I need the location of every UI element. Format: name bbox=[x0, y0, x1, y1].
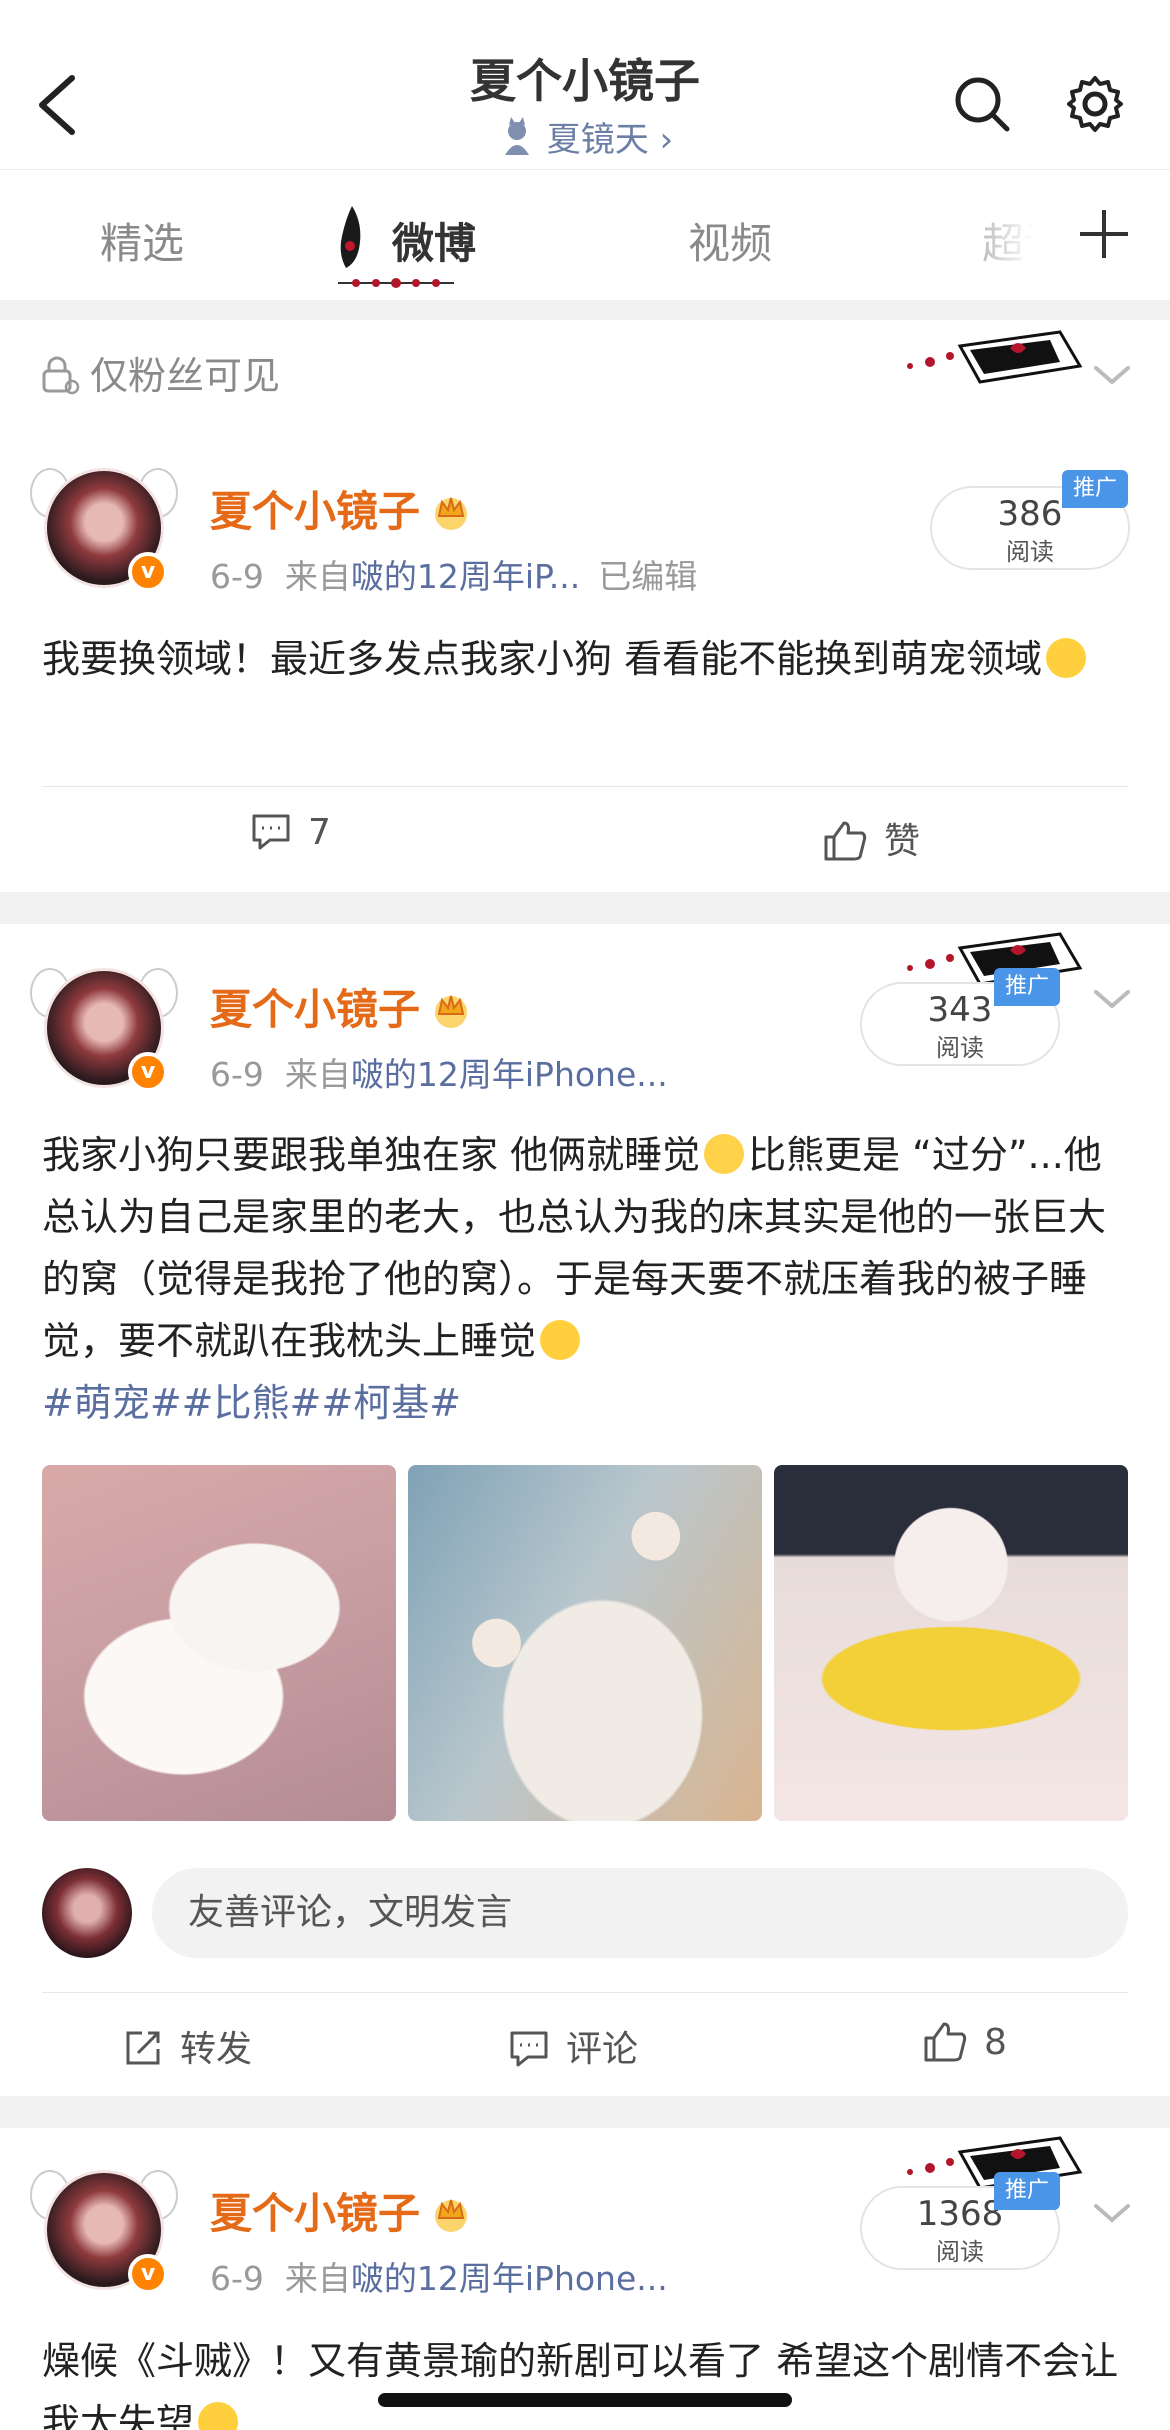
hashtags[interactable]: #萌宠##比熊##柯基# bbox=[42, 1381, 461, 1425]
post-text: 我家小狗只要跟我单独在家 他俩就睡觉 比熊更是 “过分”...他总认为自己是家里的… bbox=[42, 1133, 1107, 1425]
cat-icon bbox=[504, 117, 529, 155]
tab-bar: 精选 微博 视频 超话 bbox=[0, 170, 1170, 300]
avatar[interactable]: v bbox=[30, 958, 178, 1098]
card-decoration bbox=[907, 330, 1083, 384]
username[interactable]: 夏个小镜子 bbox=[210, 976, 472, 1037]
lock-icon bbox=[42, 356, 80, 395]
avatar[interactable]: v bbox=[30, 458, 178, 598]
post-text: 我要换领域！最近多发点我家小狗 看看能不能换到萌宠领域 bbox=[42, 628, 1132, 690]
sobbing-emoji-icon bbox=[704, 1134, 745, 1174]
hand-decoration-icon bbox=[340, 206, 361, 268]
username[interactable]: 夏个小镜子 bbox=[210, 478, 472, 539]
comment-icon bbox=[510, 2031, 548, 2067]
promote-badge[interactable]: 推广 bbox=[994, 968, 1060, 1006]
tab-video[interactable]: 视频 bbox=[688, 210, 772, 271]
post-meta: 6-9 来自啵的12周年iP... 已编辑 bbox=[210, 557, 698, 596]
subtitle-text: 夏镜天 bbox=[546, 120, 649, 160]
expand-chevron-icon[interactable] bbox=[1090, 360, 1134, 390]
comment-button[interactable]: 7 bbox=[250, 812, 331, 853]
crown-icon bbox=[435, 2199, 468, 2232]
divider bbox=[42, 1992, 1128, 1993]
subtitle-chevron: › bbox=[659, 120, 674, 160]
search-icon[interactable] bbox=[950, 72, 1014, 136]
crying-emoji-icon bbox=[1046, 638, 1087, 678]
expand-chevron-icon[interactable] bbox=[1090, 984, 1134, 1014]
photo-dog-sleeping[interactable] bbox=[42, 1465, 396, 1821]
tab-underline-decoration bbox=[338, 278, 454, 288]
comment-button[interactable]: 评论 bbox=[508, 2020, 638, 2072]
visibility-label: 仅粉丝可见 bbox=[36, 345, 280, 400]
pleading-emoji-icon bbox=[198, 2402, 239, 2430]
photo-grid bbox=[42, 1465, 1128, 1821]
divider bbox=[42, 786, 1128, 787]
post-text: 燥候《斗贼》！又有黄景瑜的新剧可以看了 希望这个剧情不会让我太失望 bbox=[42, 2330, 1132, 2430]
like-button[interactable]: 8 bbox=[922, 2020, 1007, 2063]
tab-featured[interactable]: 精选 bbox=[100, 210, 184, 271]
verified-badge: v bbox=[128, 552, 168, 592]
tab-weibo[interactable]: 微博 bbox=[392, 210, 476, 271]
comment-icon bbox=[252, 814, 290, 850]
verified-badge: v bbox=[128, 2254, 168, 2294]
comment-input[interactable]: 友善评论，文明发言 bbox=[152, 1868, 1128, 1958]
post-meta: 6-9 来自啵的12周年iPhone... bbox=[210, 2259, 668, 2298]
photo-dog-paws[interactable] bbox=[408, 1465, 762, 1821]
avatar[interactable]: v bbox=[30, 2160, 178, 2300]
promote-badge[interactable]: 推广 bbox=[1062, 470, 1128, 508]
home-indicator bbox=[378, 2393, 792, 2407]
expand-chevron-icon[interactable] bbox=[1090, 2198, 1134, 2228]
repost-icon bbox=[126, 2031, 160, 2065]
verified-badge: v bbox=[128, 1052, 168, 1092]
repost-button[interactable]: 转发 bbox=[122, 2020, 252, 2072]
gear-icon[interactable] bbox=[1063, 72, 1127, 136]
photo-dog-pillow[interactable] bbox=[774, 1465, 1128, 1821]
top-bar: 夏个小镜子 夏镜天 › bbox=[0, 0, 1170, 170]
crown-icon bbox=[435, 995, 468, 1028]
promote-badge[interactable]: 推广 bbox=[994, 2172, 1060, 2210]
my-avatar bbox=[42, 1868, 132, 1958]
post-card[interactable] bbox=[0, 320, 1170, 892]
thumbs-up-icon bbox=[824, 821, 867, 861]
crown-icon bbox=[435, 497, 468, 530]
source-link[interactable]: 啵的12周年iPhone... bbox=[351, 2259, 668, 2298]
post-meta: 6-9 来自啵的12周年iPhone... bbox=[210, 1055, 668, 1094]
thumbs-up-icon bbox=[924, 2022, 967, 2062]
like-button[interactable]: 赞 bbox=[822, 812, 920, 864]
source-link[interactable]: 啵的12周年iP... bbox=[351, 557, 580, 596]
source-link[interactable]: 啵的12周年iPhone... bbox=[351, 1055, 668, 1094]
username[interactable]: 夏个小镜子 bbox=[210, 2180, 472, 2241]
pleading-emoji-icon bbox=[540, 1320, 581, 1360]
add-tab-icon[interactable] bbox=[1074, 204, 1134, 264]
visibility-text: 仅粉丝可见 bbox=[90, 354, 281, 398]
